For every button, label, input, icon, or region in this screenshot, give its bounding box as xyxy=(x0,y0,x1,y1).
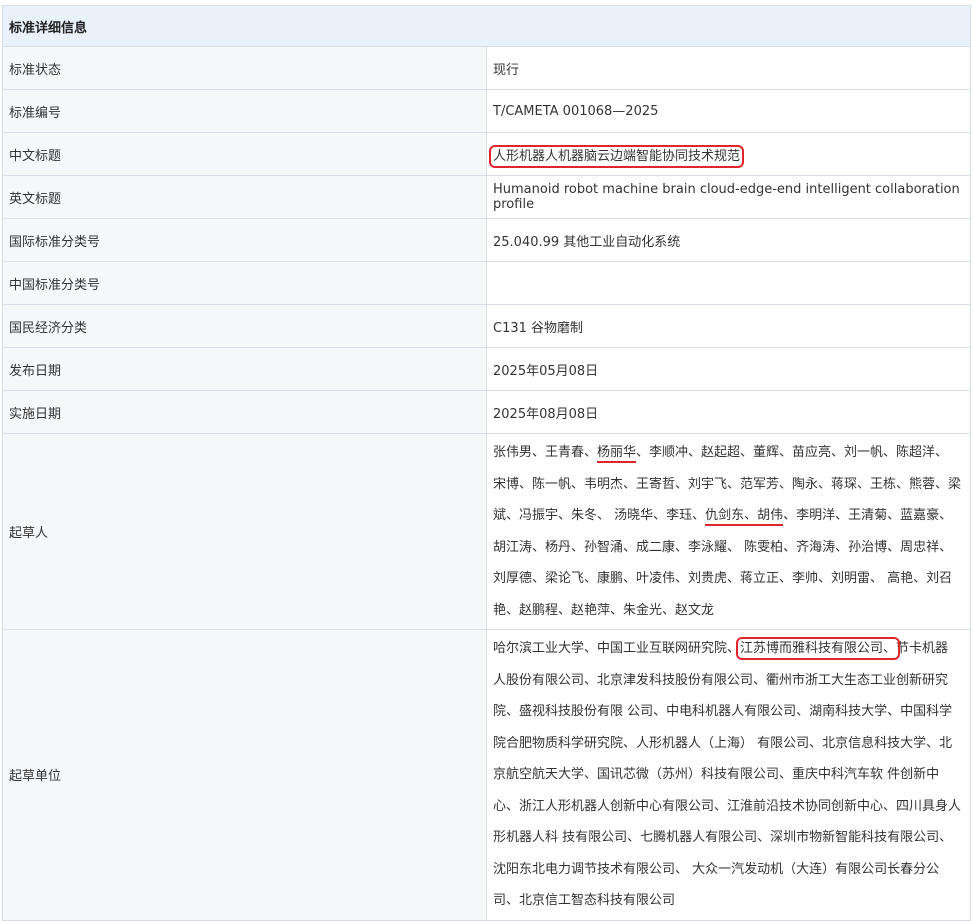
field-value: 2025年05月08日 xyxy=(486,347,971,391)
field-label: 发布日期 xyxy=(2,347,487,391)
table-row-units: 起草单位 哈尔滨工业大学、中国工业互联网研究院、江苏博而雅科技有限公司、节卡机器… xyxy=(2,629,971,921)
section-title: 标准详细信息 xyxy=(2,5,971,47)
field-value: 2025年08月08日 xyxy=(486,390,971,434)
field-label: 起草人 xyxy=(2,433,487,630)
highlighted-drafter: 仇剑东、胡伟 xyxy=(705,508,784,526)
detail-table: 标准详细信息 标准状态 现行 标准编号 T/CAMETA 001068—2025… xyxy=(2,5,971,921)
table-row: 标准状态 现行 xyxy=(2,46,971,90)
units-value: 哈尔滨工业大学、中国工业互联网研究院、江苏博而雅科技有限公司、节卡机器 人股份有… xyxy=(486,629,971,921)
table-row: 中文标题 人形机器人机器脑云边端智能协同技术规范 xyxy=(2,132,971,176)
field-value: 25.040.99 其他工业自动化系统 xyxy=(486,218,971,262)
field-label: 标准编号 xyxy=(2,89,487,133)
field-label: 标准状态 xyxy=(2,46,487,90)
field-label: 起草单位 xyxy=(2,629,487,921)
field-value-wrapper: 人形机器人机器脑云边端智能协同技术规范 xyxy=(486,132,971,176)
table-header: 标准详细信息 xyxy=(2,5,971,47)
units-text: 哈尔滨工业大学、中国工业互联网研究院、 xyxy=(493,641,741,656)
field-label: 国际标准分类号 xyxy=(2,218,487,262)
table-row: 国际标准分类号 25.040.99 其他工业自动化系统 xyxy=(2,218,971,262)
highlighted-drafter: 杨丽华 xyxy=(597,445,637,463)
table-row: 标准编号 T/CAMETA 001068—2025 xyxy=(2,89,971,133)
table-row: 英文标题 Humanoid robot machine brain cloud-… xyxy=(2,175,971,219)
highlighted-unit: 江苏博而雅科技有限公司、 xyxy=(736,637,901,660)
units-text: 节卡机器 人股份有限公司、北京津发科技股份有限公司、衢州市浙工大生态工业创新研究… xyxy=(493,641,962,908)
field-label: 中国标准分类号 xyxy=(2,261,487,305)
field-value: 现行 xyxy=(486,46,971,90)
table-row: 实施日期 2025年08月08日 xyxy=(2,390,971,434)
standard-detail-panel: 标准详细信息 标准状态 现行 标准编号 T/CAMETA 001068—2025… xyxy=(2,5,971,921)
drafters-value: 张伟男、王青春、杨丽华、李顺冲、赵起超、董辉、苗应亮、刘一帆、陈超洋、 宋博、陈… xyxy=(486,433,971,630)
field-value: C131 谷物磨制 xyxy=(486,304,971,348)
field-value: Humanoid robot machine brain cloud-edge-… xyxy=(486,175,971,219)
table-row: 发布日期 2025年05月08日 xyxy=(2,347,971,391)
table-row: 中国标准分类号 xyxy=(2,261,971,305)
table-row-drafters: 起草人 张伟男、王青春、杨丽华、李顺冲、赵起超、董辉、苗应亮、刘一帆、陈超洋、 … xyxy=(2,433,971,630)
table-row: 国民经济分类 C131 谷物磨制 xyxy=(2,304,971,348)
highlighted-title: 人形机器人机器脑云边端智能协同技术规范 xyxy=(488,144,745,168)
field-label: 国民经济分类 xyxy=(2,304,487,348)
field-label: 实施日期 xyxy=(2,390,487,434)
field-label: 中文标题 xyxy=(2,132,487,176)
field-value: T/CAMETA 001068—2025 xyxy=(486,89,971,133)
field-value xyxy=(486,261,971,305)
field-label: 英文标题 xyxy=(2,175,487,219)
drafters-text: 张伟男、王青春、 xyxy=(493,445,598,460)
